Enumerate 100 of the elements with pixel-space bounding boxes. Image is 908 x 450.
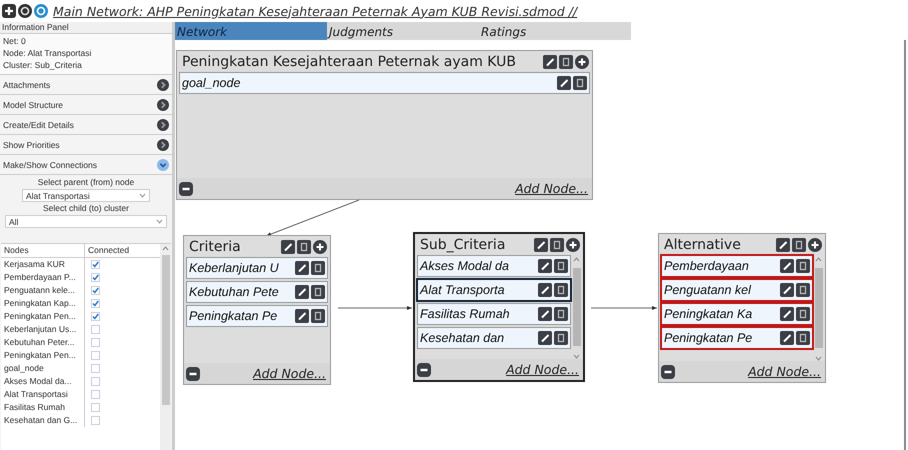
checkbox[interactable] xyxy=(91,299,100,308)
trash-icon[interactable] xyxy=(796,283,810,297)
add-icon[interactable] xyxy=(575,55,589,69)
node-item[interactable]: Alat Transporta xyxy=(417,279,571,301)
trash-icon[interactable] xyxy=(792,238,806,252)
edit-icon[interactable] xyxy=(543,55,557,69)
table-cell: Peningkatan Pen... xyxy=(1,349,85,362)
tab[interactable]: Ratings xyxy=(479,22,631,40)
table-cell: Kebutuhan Peter... xyxy=(1,336,85,349)
parent-dropdown[interactable]: Alat Transportasi xyxy=(22,189,150,202)
tab[interactable]: Judgments xyxy=(327,22,479,40)
cluster-panel[interactable]: Peningkatan Kesejahteraan Peternak ayam KUB goal_node Add Node... xyxy=(176,50,593,200)
cluster-dropdown[interactable]: All xyxy=(5,215,167,228)
checkbox[interactable] xyxy=(91,260,100,269)
scroll-up-icon[interactable] xyxy=(815,257,822,262)
info-line: Cluster: Sub_Criteria xyxy=(3,60,83,71)
chevron-right-icon[interactable] xyxy=(157,78,169,90)
edit-icon[interactable] xyxy=(295,309,309,323)
chevron-right-icon[interactable] xyxy=(157,98,169,110)
edit-icon[interactable] xyxy=(295,285,309,299)
checkbox[interactable] xyxy=(91,286,100,295)
edit-icon[interactable] xyxy=(780,307,794,321)
trash-icon[interactable] xyxy=(554,259,568,273)
node-item[interactable]: Kebutuhan Pete xyxy=(186,281,328,303)
edit-icon[interactable] xyxy=(534,238,548,252)
checkbox[interactable] xyxy=(91,273,100,282)
checkbox[interactable] xyxy=(91,416,100,425)
edit-icon[interactable] xyxy=(281,240,295,254)
trash-icon[interactable] xyxy=(796,307,810,321)
checkbox[interactable] xyxy=(91,338,100,347)
cluster-panel[interactable]: Sub_Criteria Akses Modal da Alat Transporta Fasilitas Rumah Kesehatan dan Add Node... xyxy=(413,232,585,382)
edit-icon[interactable] xyxy=(780,259,794,273)
connection-arrow xyxy=(590,306,658,310)
trash-icon[interactable] xyxy=(311,285,325,299)
table-cell: Keberlanjutan Us... xyxy=(1,323,85,336)
edit-icon[interactable] xyxy=(557,76,571,90)
table-cell: Fasilitas Rumah xyxy=(1,401,85,414)
node-item[interactable]: Akses Modal da xyxy=(417,255,571,277)
checkbox[interactable] xyxy=(91,312,100,321)
trash-icon[interactable] xyxy=(550,238,564,252)
scroll-down-icon[interactable] xyxy=(573,354,580,359)
checkbox[interactable] xyxy=(91,390,100,399)
edit-icon[interactable] xyxy=(538,307,552,321)
add-icon[interactable] xyxy=(2,4,16,18)
trash-icon[interactable] xyxy=(554,331,568,345)
table-cell: Kerjasama KUR xyxy=(1,258,85,271)
trash-icon[interactable] xyxy=(297,240,311,254)
collapse-icon[interactable] xyxy=(417,362,431,376)
node-item[interactable]: Peningkatan Pe xyxy=(661,327,813,349)
node-item[interactable]: Peningkatan Pe xyxy=(186,305,328,327)
scroll-up-icon[interactable] xyxy=(573,257,580,262)
checkbox[interactable] xyxy=(91,403,100,412)
add-node-link[interactable]: Add Node... xyxy=(515,181,588,196)
add-icon[interactable] xyxy=(808,238,822,252)
node-item[interactable]: Penguatann kel xyxy=(661,279,813,301)
cluster-panel[interactable]: Alternative Pemberdayaan Penguatann kel Peningkatan Ka Peningkatan Pe Add Node... xyxy=(658,233,826,383)
scroll-down-icon[interactable] xyxy=(815,356,822,361)
scrollbar[interactable] xyxy=(572,255,581,359)
trash-icon[interactable] xyxy=(311,261,325,275)
trash-icon[interactable] xyxy=(554,307,568,321)
edit-icon[interactable] xyxy=(776,238,790,252)
node-item[interactable]: Fasilitas Rumah xyxy=(417,303,571,325)
scroll-up-icon[interactable] xyxy=(162,246,169,251)
scrollbar[interactable] xyxy=(814,255,823,361)
tab[interactable]: Network xyxy=(175,22,327,40)
collapse-icon[interactable] xyxy=(661,364,675,378)
edit-icon[interactable] xyxy=(538,259,552,273)
table-cell: Peningkatan Pen... xyxy=(1,310,85,323)
trash-icon[interactable] xyxy=(559,55,573,69)
add-icon[interactable] xyxy=(566,238,580,252)
trash-icon[interactable] xyxy=(573,76,587,90)
cluster-title: Sub_Criteria xyxy=(420,237,506,253)
eye-icon[interactable] xyxy=(18,4,32,18)
scrollbar[interactable] xyxy=(160,244,171,450)
trash-icon[interactable] xyxy=(796,331,810,345)
cluster-panel[interactable]: Criteria Keberlanjutan U Kebutuhan Pete Peningkatan Pe Add Node... xyxy=(183,235,331,385)
checkbox[interactable] xyxy=(91,351,100,360)
checkbox[interactable] xyxy=(91,377,100,386)
checkbox[interactable] xyxy=(91,364,100,373)
edit-icon[interactable] xyxy=(538,283,552,297)
checkbox[interactable] xyxy=(91,325,100,334)
chevron-down-icon[interactable] xyxy=(157,158,169,170)
trash-icon[interactable] xyxy=(311,309,325,323)
node-item[interactable]: Keberlanjutan U xyxy=(186,257,328,279)
node-item[interactable]: Peningkatan Ka xyxy=(661,303,813,325)
node-item[interactable]: goal_node xyxy=(179,72,590,94)
edit-icon[interactable] xyxy=(780,331,794,345)
chevron-right-icon[interactable] xyxy=(157,118,169,130)
edit-icon[interactable] xyxy=(538,331,552,345)
edit-icon[interactable] xyxy=(780,283,794,297)
node-item[interactable]: Kesehatan dan xyxy=(417,327,571,349)
chevron-right-icon[interactable] xyxy=(157,138,169,150)
trash-icon[interactable] xyxy=(796,259,810,273)
edit-icon[interactable] xyxy=(295,261,309,275)
table-cell: goal_node xyxy=(1,362,85,375)
add-icon[interactable] xyxy=(313,240,327,254)
trash-icon[interactable] xyxy=(554,283,568,297)
collapse-icon[interactable] xyxy=(186,366,200,380)
collapse-icon[interactable] xyxy=(179,182,193,196)
node-item[interactable]: Pemberdayaan xyxy=(661,255,813,277)
